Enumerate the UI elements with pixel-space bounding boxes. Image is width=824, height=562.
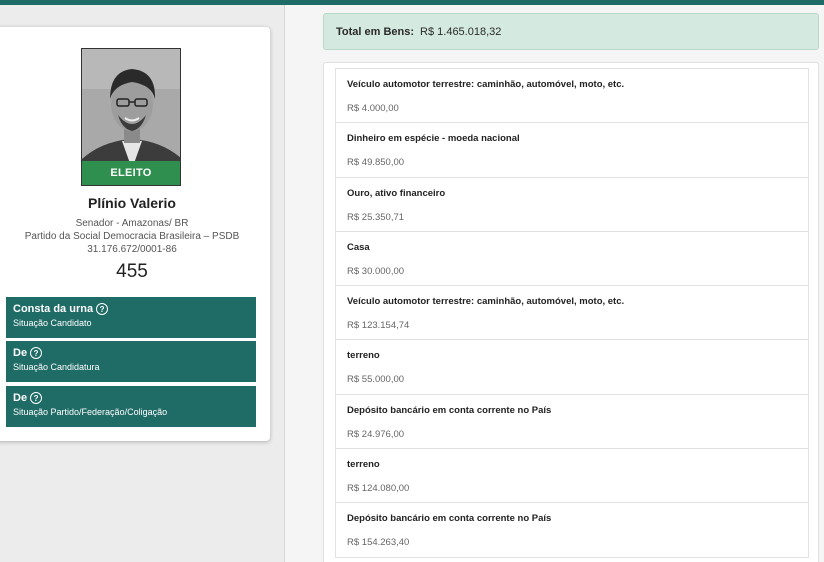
status-value: De <box>13 347 28 359</box>
list-item: terreno R$ 124.080,00 <box>336 449 808 504</box>
status-label: Situação Partido/Federação/Coligação <box>13 407 168 417</box>
help-circle-icon[interactable]: ? <box>30 392 43 404</box>
list-item: Veículo automotor terrestre: caminhão, a… <box>336 286 808 341</box>
list-item: Depósito bancário em conta corrente no P… <box>336 503 808 558</box>
status-candidate-box: Consta da urna ? Situação Candidato <box>6 297 256 338</box>
candidate-party: Partido da Social Democracia Brasileira … <box>24 231 240 242</box>
list-item: Veículo automotor terrestre: caminhão, a… <box>336 69 808 124</box>
list-item: Ouro, ativo financeiro R$ 25.350,71 <box>336 178 808 232</box>
candidate-name: Plínio Valerio <box>88 195 176 211</box>
candidate-number: 455 <box>116 261 148 282</box>
candidate-cnpj: 31.176.672/0001-86 <box>87 244 177 255</box>
candidate-card: ELEITO Plínio Valerio Senador - Amazonas… <box>0 27 270 441</box>
list-item: Casa R$ 30.000,00 <box>336 232 808 287</box>
candidate-office: Senador - Amazonas/ BR <box>75 218 189 229</box>
asset-description: Depósito bancário em conta corrente no P… <box>347 404 552 416</box>
candidate-photo: ELEITO <box>81 48 181 186</box>
asset-description: Casa <box>347 241 370 253</box>
list-item: Dinheiro em espécie - moeda nacional R$ … <box>336 123 808 178</box>
asset-value: R$ 55.000,00 <box>347 374 405 386</box>
asset-description: terreno <box>347 350 380 362</box>
status-label: Situação Candidato <box>13 318 92 328</box>
asset-value: R$ 124.080,00 <box>347 483 410 495</box>
status-party-box: De ? Situação Partido/Federação/Coligaçã… <box>6 386 256 427</box>
asset-value: R$ 4.000,00 <box>347 103 399 114</box>
asset-description: Veículo automotor terrestre: caminhão, a… <box>347 79 625 90</box>
status-label: Situação Candidatura <box>13 362 100 372</box>
asset-description: terreno <box>347 459 380 471</box>
help-circle-icon[interactable]: ? <box>30 347 43 359</box>
asset-value: R$ 154.263,40 <box>347 537 410 549</box>
status-value: De <box>13 392 28 404</box>
total-assets-label: Total em Bens: <box>336 25 415 38</box>
total-assets-value: R$ 1.465.018,32 <box>420 25 502 38</box>
assets-list-container[interactable]: Veículo automotor terrestre: caminhão, a… <box>323 62 819 562</box>
list-item: Depósito bancário em conta corrente no P… <box>336 395 808 450</box>
asset-value: R$ 24.976,00 <box>347 428 405 440</box>
asset-value: R$ 123.154,74 <box>347 320 410 332</box>
help-circle-icon[interactable]: ? <box>96 303 109 315</box>
assets-list: Veículo automotor terrestre: caminhão, a… <box>335 68 809 558</box>
asset-description: Dinheiro em espécie - moeda nacional <box>347 133 520 145</box>
list-item: terreno R$ 55.000,00 <box>336 340 808 395</box>
asset-description: Veículo automotor terrestre: caminhão, a… <box>347 296 625 308</box>
status-candidacy-box: De ? Situação Candidatura <box>6 341 256 382</box>
elected-badge: ELEITO <box>82 161 180 185</box>
asset-description: Depósito bancário em conta corrente no P… <box>347 513 552 525</box>
asset-value: R$ 49.850,00 <box>347 157 405 169</box>
status-value: Consta da urna <box>13 303 94 315</box>
asset-value: R$ 30.000,00 <box>347 265 405 277</box>
asset-description: Ouro, ativo financeiro <box>347 187 446 199</box>
asset-value: R$ 25.350,71 <box>347 211 405 223</box>
total-assets-banner: Total em Bens: R$ 1.465.018,32 <box>323 13 819 50</box>
